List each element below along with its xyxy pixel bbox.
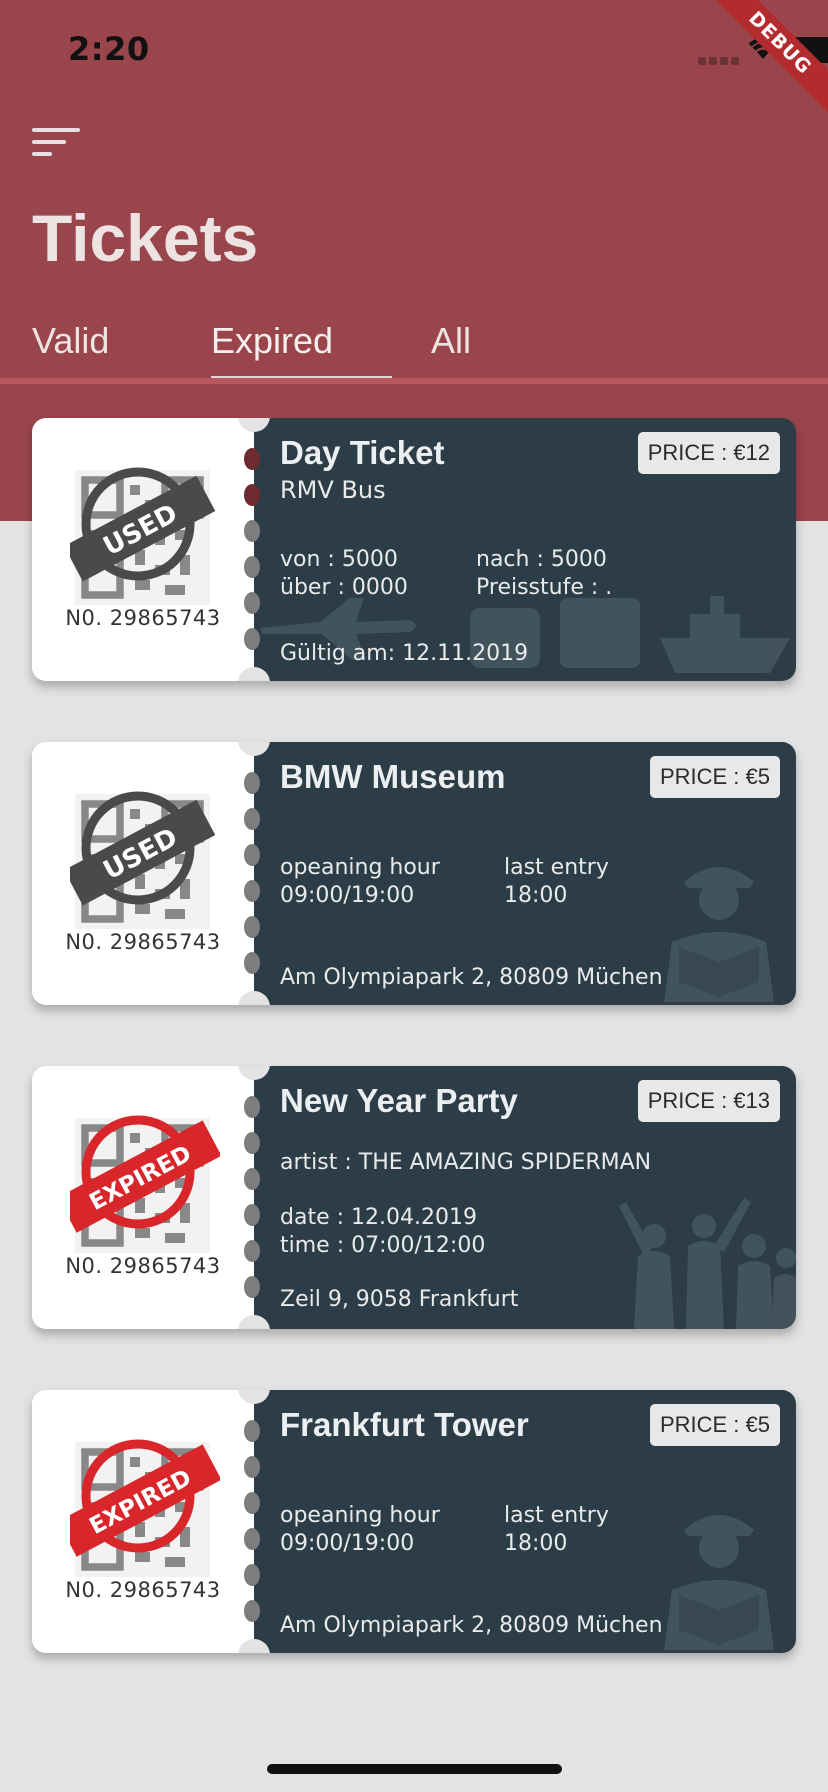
info-line: date : 12.04.2019 xyxy=(280,1205,477,1230)
perforation xyxy=(244,742,266,1005)
ticket-stub: EXPIRED N0. 29865743 xyxy=(32,1390,254,1653)
info-line: last entry xyxy=(504,1503,609,1528)
tab-expired[interactable]: Expired xyxy=(211,320,333,380)
ticket-number: N0. 29865743 xyxy=(65,1254,221,1278)
perforation xyxy=(244,1066,266,1329)
page-title: Tickets xyxy=(32,201,259,275)
ticket-title: Frankfurt Tower xyxy=(280,1406,529,1443)
price-badge: PRICE : €5 xyxy=(649,756,780,798)
tab-divider xyxy=(0,378,828,384)
info-line: 09:00/19:00 xyxy=(280,1531,415,1556)
info-line: opeaning hour xyxy=(280,1503,440,1528)
ticket-footer: Zeil 9, 9058 Frankfurt xyxy=(280,1287,519,1312)
ticket-info-col1: opeaning hour 09:00/19:00 xyxy=(280,1502,440,1558)
ticket-card[interactable]: USED N0. 29865743 Day Ticket RMV Bus PRI… xyxy=(32,418,796,681)
ticket-number: N0. 29865743 xyxy=(65,606,221,630)
info-line: 18:00 xyxy=(504,883,568,908)
cellular-signal-icon xyxy=(698,50,742,65)
price-badge: PRICE : €13 xyxy=(637,1080,780,1122)
ticket-footer: Am Olympiapark 2, 80809 Müchen xyxy=(280,1613,663,1638)
ticket-number: N0. 29865743 xyxy=(65,930,221,954)
status-time: 2:20 xyxy=(68,30,150,68)
home-indicator[interactable] xyxy=(267,1764,562,1774)
tab-all[interactable]: All xyxy=(431,320,471,380)
debug-banner: DEBUG xyxy=(698,0,828,125)
ticket-stub: EXPIRED N0. 29865743 xyxy=(32,1066,254,1329)
ticket-card[interactable]: USED N0. 29865743 BMW Museum PRICE : €5 … xyxy=(32,742,796,1005)
info-line: über : 0000 xyxy=(280,575,408,600)
ticket-info-col2: last entry 18:00 xyxy=(504,1502,609,1558)
used-stamp-icon: USED xyxy=(70,791,216,906)
info-line: opeaning hour xyxy=(280,855,440,880)
ticket-title: Day Ticket xyxy=(280,434,445,471)
ticket-info-col1: von : 5000 über : 0000 xyxy=(280,546,408,602)
ticket-stub: USED N0. 29865743 xyxy=(32,418,254,681)
ticket-footer: Am Olympiapark 2, 80809 Müchen xyxy=(280,965,663,990)
ticket-card[interactable]: EXPIRED N0. 29865743 Frankfurt Tower PRI… xyxy=(32,1390,796,1653)
perforation xyxy=(244,418,266,681)
price-badge: PRICE : €5 xyxy=(649,1404,780,1446)
reader-silhouette-icon xyxy=(664,867,774,1002)
ticket-title: New Year Party xyxy=(280,1082,518,1119)
price-badge: PRICE : €12 xyxy=(637,432,780,474)
info-line: nach : 5000 xyxy=(476,547,607,572)
expired-stamp-icon: EXPIRED xyxy=(70,1115,220,1233)
ticket-subtitle: artist : THE AMAZING SPIDERMAN xyxy=(280,1150,652,1175)
info-line: 18:00 xyxy=(504,1531,568,1556)
tab-valid[interactable]: Valid xyxy=(32,320,109,380)
perforation xyxy=(244,1390,266,1653)
info-line: time : 07:00/12:00 xyxy=(280,1233,486,1258)
ticket-card[interactable]: EXPIRED N0. 29865743 New Year Party arti… xyxy=(32,1066,796,1329)
ticket-footer: Gültig am: 12.11.2019 xyxy=(280,641,529,666)
ticket-info-col1: opeaning hour 09:00/19:00 xyxy=(280,854,440,910)
ticket-number: N0. 29865743 xyxy=(65,1578,221,1602)
crowd-silhouette-icon xyxy=(619,1198,796,1329)
used-stamp-icon: USED xyxy=(70,467,216,582)
ticket-info-col1: date : 12.04.2019 time : 07:00/12:00 xyxy=(280,1204,485,1260)
ticket-info-col2: last entry 18:00 xyxy=(504,854,609,910)
menu-icon[interactable] xyxy=(32,128,80,162)
ticket-subtitle: RMV Bus xyxy=(280,476,386,504)
ticket-stub: USED N0. 29865743 xyxy=(32,742,254,1005)
info-line: 09:00/19:00 xyxy=(280,883,415,908)
expired-stamp-icon: EXPIRED xyxy=(70,1439,220,1557)
info-line: von : 5000 xyxy=(280,547,398,572)
tab-bar: Valid Expired All xyxy=(0,320,828,382)
info-line: last entry xyxy=(504,855,609,880)
ticket-info-col2: nach : 5000 Preisstufe : . xyxy=(476,546,612,602)
ticket-title: BMW Museum xyxy=(280,758,506,795)
reader-silhouette-icon xyxy=(664,1515,774,1650)
info-line: Preisstufe : . xyxy=(476,575,613,600)
